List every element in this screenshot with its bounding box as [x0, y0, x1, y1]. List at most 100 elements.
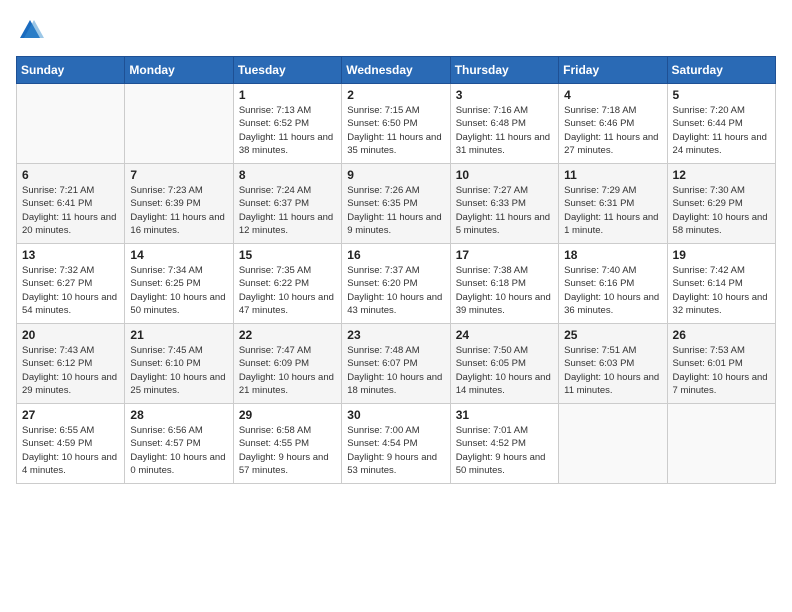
weekday-header-sunday: Sunday — [17, 57, 125, 84]
day-info: Sunrise: 7:37 AM Sunset: 6:20 PM Dayligh… — [347, 264, 444, 317]
day-number: 27 — [22, 408, 119, 422]
weekday-header-wednesday: Wednesday — [342, 57, 450, 84]
calendar-cell: 18 Sunrise: 7:40 AM Sunset: 6:16 PM Dayli… — [559, 244, 667, 324]
calendar-table: SundayMondayTuesdayWednesdayThursdayFrid… — [16, 56, 776, 484]
day-number: 4 — [564, 88, 661, 102]
calendar-cell: 17 Sunrise: 7:38 AM Sunset: 6:18 PM Dayli… — [450, 244, 558, 324]
calendar-cell — [17, 84, 125, 164]
calendar-cell: 13 Sunrise: 7:32 AM Sunset: 6:27 PM Dayli… — [17, 244, 125, 324]
day-number: 1 — [239, 88, 336, 102]
day-number: 24 — [456, 328, 553, 342]
day-info: Sunrise: 7:53 AM Sunset: 6:01 PM Dayligh… — [673, 344, 770, 397]
calendar-week-row: 20Sunrise: 7:43 AM Sunset: 6:12 PM Dayli… — [17, 324, 776, 404]
weekday-header-row: SundayMondayTuesdayWednesdayThursdayFrid… — [17, 57, 776, 84]
day-number: 23 — [347, 328, 444, 342]
day-number: 25 — [564, 328, 661, 342]
day-info: Sunrise: 7:38 AM Sunset: 6:18 PM Dayligh… — [456, 264, 553, 317]
day-info: Sunrise: 7:01 AM Sunset: 4:52 PM Dayligh… — [456, 424, 553, 477]
day-info: Sunrise: 7:32 AM Sunset: 6:27 PM Dayligh… — [22, 264, 119, 317]
day-info: Sunrise: 7:47 AM Sunset: 6:09 PM Dayligh… — [239, 344, 336, 397]
day-info: Sunrise: 7:00 AM Sunset: 4:54 PM Dayligh… — [347, 424, 444, 477]
calendar-cell: 4 Sunrise: 7:18 AM Sunset: 6:46 PM Daylig… — [559, 84, 667, 164]
day-info: Sunrise: 7:40 AM Sunset: 6:16 PM Dayligh… — [564, 264, 661, 317]
page-header — [16, 16, 776, 44]
day-number: 10 — [456, 168, 553, 182]
day-number: 19 — [673, 248, 770, 262]
weekday-header-friday: Friday — [559, 57, 667, 84]
calendar-cell — [125, 84, 233, 164]
calendar-week-row: 6 Sunrise: 7:21 AM Sunset: 6:41 PM Daylig… — [17, 164, 776, 244]
calendar-cell: 2 Sunrise: 7:15 AM Sunset: 6:50 PM Daylig… — [342, 84, 450, 164]
calendar-cell: 11 Sunrise: 7:29 AM Sunset: 6:31 PM Dayli… — [559, 164, 667, 244]
calendar-week-row: 13 Sunrise: 7:32 AM Sunset: 6:27 PM Dayli… — [17, 244, 776, 324]
calendar-cell: 15 Sunrise: 7:35 AM Sunset: 6:22 PM Dayli… — [233, 244, 341, 324]
calendar-cell: 30 Sunrise: 7:00 AM Sunset: 4:54 PM Dayli… — [342, 404, 450, 484]
day-info: Sunrise: 7:34 AM Sunset: 6:25 PM Dayligh… — [130, 264, 227, 317]
day-number: 28 — [130, 408, 227, 422]
calendar-cell: 12 Sunrise: 7:30 AM Sunset: 6:29 PM Dayli… — [667, 164, 775, 244]
weekday-header-tuesday: Tuesday — [233, 57, 341, 84]
calendar-cell: 27 Sunrise: 6:55 AM Sunset: 4:59 PM Dayli… — [17, 404, 125, 484]
day-info: Sunrise: 7:15 AM Sunset: 6:50 PM Dayligh… — [347, 104, 444, 157]
day-info: Sunrise: 7:27 AM Sunset: 6:33 PM Dayligh… — [456, 184, 553, 237]
day-number: 15 — [239, 248, 336, 262]
day-info: Sunrise: 7:23 AM Sunset: 6:39 PM Dayligh… — [130, 184, 227, 237]
calendar-cell: 23 Sunrise: 7:48 AM Sunset: 6:07 PM Dayli… — [342, 324, 450, 404]
day-number: 13 — [22, 248, 119, 262]
calendar-cell: 10 Sunrise: 7:27 AM Sunset: 6:33 PM Dayli… — [450, 164, 558, 244]
day-info: Sunrise: 7:35 AM Sunset: 6:22 PM Dayligh… — [239, 264, 336, 317]
day-number: 7 — [130, 168, 227, 182]
day-number: 30 — [347, 408, 444, 422]
day-number: 26 — [673, 328, 770, 342]
day-info: Sunrise: 7:16 AM Sunset: 6:48 PM Dayligh… — [456, 104, 553, 157]
logo — [16, 16, 48, 44]
day-info: Sunrise: 6:55 AM Sunset: 4:59 PM Dayligh… — [22, 424, 119, 477]
day-number: 11 — [564, 168, 661, 182]
calendar-cell: 29Sunrise: 6:58 AM Sunset: 4:55 PM Dayli… — [233, 404, 341, 484]
calendar-cell: 3Sunrise: 7:16 AM Sunset: 6:48 PM Daylig… — [450, 84, 558, 164]
day-info: Sunrise: 7:42 AM Sunset: 6:14 PM Dayligh… — [673, 264, 770, 317]
calendar-cell: 21Sunrise: 7:45 AM Sunset: 6:10 PM Dayli… — [125, 324, 233, 404]
day-number: 9 — [347, 168, 444, 182]
calendar-cell: 16 Sunrise: 7:37 AM Sunset: 6:20 PM Dayli… — [342, 244, 450, 324]
day-number: 31 — [456, 408, 553, 422]
logo-icon — [16, 16, 44, 44]
day-number: 14 — [130, 248, 227, 262]
day-number: 2 — [347, 88, 444, 102]
calendar-week-row: 27 Sunrise: 6:55 AM Sunset: 4:59 PM Dayli… — [17, 404, 776, 484]
calendar-cell: 5Sunrise: 7:20 AM Sunset: 6:44 PM Daylig… — [667, 84, 775, 164]
weekday-header-monday: Monday — [125, 57, 233, 84]
day-info: Sunrise: 7:48 AM Sunset: 6:07 PM Dayligh… — [347, 344, 444, 397]
day-info: Sunrise: 6:56 AM Sunset: 4:57 PM Dayligh… — [130, 424, 227, 477]
calendar-cell — [559, 404, 667, 484]
calendar-cell: 8Sunrise: 7:24 AM Sunset: 6:37 PM Daylig… — [233, 164, 341, 244]
calendar-cell: 26 Sunrise: 7:53 AM Sunset: 6:01 PM Dayli… — [667, 324, 775, 404]
weekday-header-saturday: Saturday — [667, 57, 775, 84]
day-number: 29 — [239, 408, 336, 422]
calendar-cell: 7 Sunrise: 7:23 AM Sunset: 6:39 PM Daylig… — [125, 164, 233, 244]
calendar-cell: 9 Sunrise: 7:26 AM Sunset: 6:35 PM Daylig… — [342, 164, 450, 244]
day-info: Sunrise: 7:45 AM Sunset: 6:10 PM Dayligh… — [130, 344, 227, 397]
day-number: 5 — [673, 88, 770, 102]
day-number: 18 — [564, 248, 661, 262]
day-info: Sunrise: 7:18 AM Sunset: 6:46 PM Dayligh… — [564, 104, 661, 157]
calendar-cell: 20Sunrise: 7:43 AM Sunset: 6:12 PM Dayli… — [17, 324, 125, 404]
calendar-cell — [667, 404, 775, 484]
day-number: 6 — [22, 168, 119, 182]
calendar-cell: 28 Sunrise: 6:56 AM Sunset: 4:57 PM Dayli… — [125, 404, 233, 484]
day-info: Sunrise: 7:51 AM Sunset: 6:03 PM Dayligh… — [564, 344, 661, 397]
day-number: 16 — [347, 248, 444, 262]
calendar-cell: 31 Sunrise: 7:01 AM Sunset: 4:52 PM Dayli… — [450, 404, 558, 484]
day-number: 17 — [456, 248, 553, 262]
day-number: 8 — [239, 168, 336, 182]
day-number: 12 — [673, 168, 770, 182]
calendar-cell: 14 Sunrise: 7:34 AM Sunset: 6:25 PM Dayli… — [125, 244, 233, 324]
day-info: Sunrise: 7:30 AM Sunset: 6:29 PM Dayligh… — [673, 184, 770, 237]
day-info: Sunrise: 7:29 AM Sunset: 6:31 PM Dayligh… — [564, 184, 661, 237]
day-info: Sunrise: 7:26 AM Sunset: 6:35 PM Dayligh… — [347, 184, 444, 237]
calendar-cell: 1 Sunrise: 7:13 AM Sunset: 6:52 PM Daylig… — [233, 84, 341, 164]
day-info: Sunrise: 7:13 AM Sunset: 6:52 PM Dayligh… — [239, 104, 336, 157]
day-info: Sunrise: 7:21 AM Sunset: 6:41 PM Dayligh… — [22, 184, 119, 237]
calendar-cell: 19 Sunrise: 7:42 AM Sunset: 6:14 PM Dayli… — [667, 244, 775, 324]
day-info: Sunrise: 7:50 AM Sunset: 6:05 PM Dayligh… — [456, 344, 553, 397]
